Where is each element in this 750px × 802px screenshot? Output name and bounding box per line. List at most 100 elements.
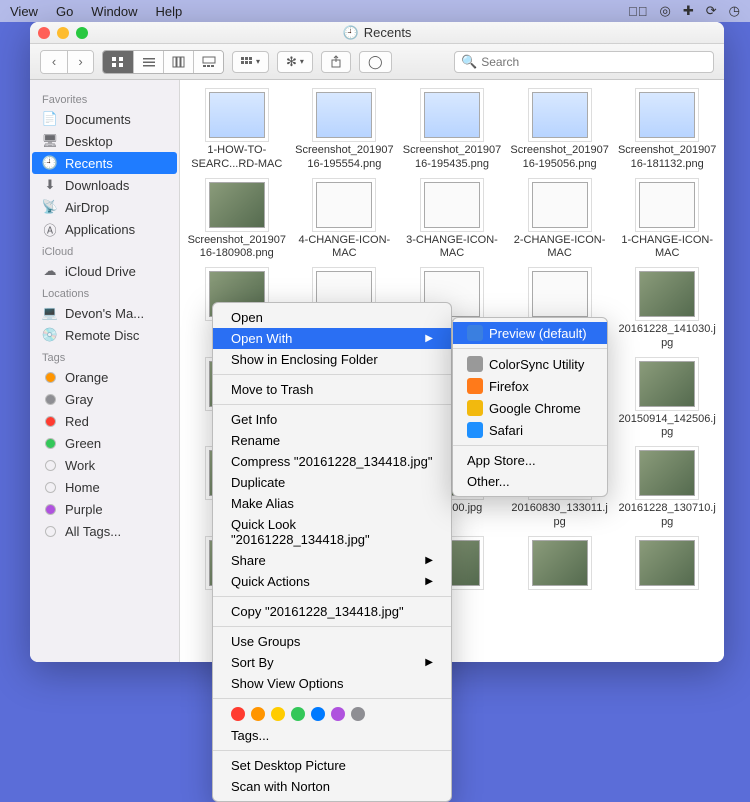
menu-item[interactable]: Copy "20161228_134418.jpg" [213,601,451,622]
tag-color[interactable] [231,707,245,721]
tag-color[interactable] [251,707,265,721]
sidebar-item-green[interactable]: Green [30,432,179,454]
menubar-left: View Go Window Help [10,4,182,19]
sidebar-item-airdrop[interactable]: 📡AirDrop [30,196,179,218]
sidebar-item-purple[interactable]: Purple [30,498,179,520]
arrange-button[interactable]: ▾ [232,51,269,73]
menu-item[interactable]: Open [213,307,451,328]
checkmark-icon[interactable]: ✓⃝ [628,4,648,19]
menu-item[interactable]: Set Desktop Picture [213,755,451,776]
clock-icon: 🕘 [42,155,58,171]
file-item[interactable]: Screenshot_20190716-181132.png [614,88,720,176]
file-item[interactable]: 20161228_141030.jpg [614,267,720,355]
file-item[interactable] [614,536,720,596]
menu-item[interactable]: Move to Trash [213,379,451,400]
list-view-button[interactable] [133,51,163,73]
back-button[interactable]: ‹ [41,51,67,73]
file-item[interactable]: Screenshot_20190716-195435.png [399,88,505,176]
file-item[interactable] [507,536,613,596]
sidebar-item-work[interactable]: Work [30,454,179,476]
sidebar-item-recents[interactable]: 🕘Recents [32,152,177,174]
file-item[interactable]: 20161228_130710.jpg [614,446,720,534]
menu-item[interactable]: Open With▶ [213,328,451,349]
share-button[interactable] [321,51,351,73]
menu-item[interactable]: Compress "20161228_134418.jpg" [213,451,451,472]
laptop-icon: 💻 [42,305,58,321]
menu-item[interactable]: Quick Actions▶ [213,571,451,592]
submenu-item[interactable]: ColorSync Utility [453,353,607,375]
file-item[interactable]: 3-CHANGE-ICON-MAC [399,178,505,266]
file-item[interactable]: 1-HOW-TO-SEARC...RD-MAC [184,88,290,176]
submenu-item[interactable]: Safari [453,419,607,441]
clock-icon[interactable]: ◷ [729,3,740,19]
cc-icon[interactable]: ◎ [660,3,671,19]
file-item[interactable]: 1-CHANGE-ICON-MAC [614,178,720,266]
file-item[interactable]: Screenshot_20190716-195056.png [507,88,613,176]
menu-item-label: Share [231,553,266,568]
search-input[interactable] [481,55,707,69]
icon-view-button[interactable] [103,51,133,73]
menu-item[interactable]: Use Groups [213,631,451,652]
thumbnail [316,182,372,228]
tag-color[interactable] [271,707,285,721]
menu-separator [213,750,451,751]
file-item[interactable]: 4-CHANGE-ICON-MAC [292,178,398,266]
sidebar-item-orange[interactable]: Orange [30,366,179,388]
menu-item[interactable]: Scan with Norton [213,776,451,797]
submenu-item[interactable]: Google Chrome [453,397,607,419]
tag-color[interactable] [331,707,345,721]
menu-go[interactable]: Go [56,4,73,19]
submenu-item[interactable]: Other... [453,471,607,492]
submenu-item[interactable]: Preview (default) [453,322,607,344]
menu-window[interactable]: Window [91,4,137,19]
sidebar-item-gray[interactable]: Gray [30,388,179,410]
sync-icon[interactable]: ⟳ [706,3,717,19]
tags-button[interactable]: ◯ [359,51,392,73]
menu-item[interactable]: Show in Enclosing Folder [213,349,451,370]
file-item[interactable]: Screenshot_20190716-180908.png [184,178,290,266]
tag-dot-icon [42,413,58,429]
menu-item[interactable]: Quick Look "20161228_134418.jpg" [213,514,451,550]
submenu-item[interactable]: Firefox [453,375,607,397]
menu-item[interactable]: Tags... [213,725,451,746]
menu-item[interactable]: Make Alias [213,493,451,514]
close-button[interactable] [38,27,50,39]
minimize-button[interactable] [57,27,69,39]
sidebar-item-desktop[interactable]: 🖥Desktop [30,130,179,152]
menu-item[interactable]: Get Info [213,409,451,430]
file-item[interactable]: Screenshot_20190716-195554.png [292,88,398,176]
column-view-button[interactable] [163,51,193,73]
sidebar-item-home[interactable]: Home [30,476,179,498]
tag-dot-icon [42,523,58,539]
zoom-button[interactable] [76,27,88,39]
sidebar-item-red[interactable]: Red [30,410,179,432]
thumbnail [209,182,265,228]
forward-button[interactable]: › [67,51,93,73]
search-icon: 🔍 [461,54,477,70]
menu-item[interactable]: Rename [213,430,451,451]
tag-color[interactable] [351,707,365,721]
menu-view[interactable]: View [10,4,38,19]
action-button[interactable]: ✻▾ [277,51,313,73]
menu-item[interactable]: Show View Options [213,673,451,694]
gallery-view-button[interactable] [193,51,223,73]
menubar-right: ✓⃝ ◎ ✚ ⟳ ◷ [628,3,740,19]
sidebar-item-downloads[interactable]: ⬇Downloads [30,174,179,196]
menu-item[interactable]: Duplicate [213,472,451,493]
file-item[interactable]: 2-CHANGE-ICON-MAC [507,178,613,266]
sidebar-item-devon-s-ma-[interactable]: 💻Devon's Ma... [30,302,179,324]
menu-help[interactable]: Help [156,4,183,19]
submenu-item[interactable]: App Store... [453,450,607,471]
file-item[interactable]: 20150914_142506.jpg [614,357,720,445]
search-field[interactable]: 🔍 [454,51,714,73]
menu-item[interactable]: Sort By▶ [213,652,451,673]
plus-icon[interactable]: ✚ [683,3,694,19]
sidebar-item-remote-disc[interactable]: 💿Remote Disc [30,324,179,346]
menu-item[interactable]: Share▶ [213,550,451,571]
sidebar-item-all-tags-[interactable]: All Tags... [30,520,179,542]
tag-color[interactable] [311,707,325,721]
tag-color[interactable] [291,707,305,721]
sidebar-item-icloud-drive[interactable]: ☁iCloud Drive [30,260,179,282]
sidebar-item-documents[interactable]: 📄Documents [30,108,179,130]
sidebar-item-applications[interactable]: ⒶApplications [30,218,179,240]
